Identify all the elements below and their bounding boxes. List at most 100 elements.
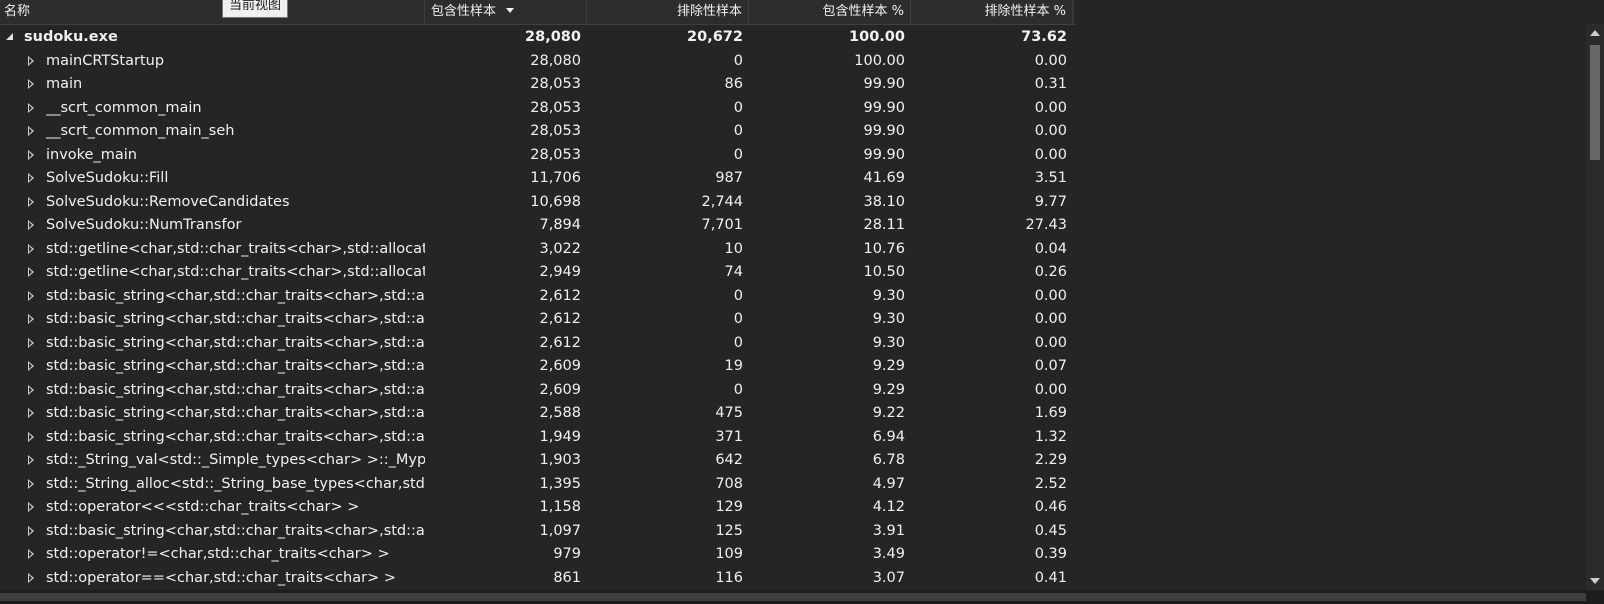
function-name: sudoku.exe [24, 29, 118, 45]
table-row[interactable]: __scrt_common_main_seh 28,053 0 99.90 0.00 [0, 119, 1075, 143]
cell-inclusive: 1,949 [539, 429, 581, 445]
collapse-triangle-icon[interactable] [6, 33, 13, 40]
expand-triangle-icon[interactable] [28, 197, 34, 207]
expand-triangle-icon[interactable] [28, 338, 34, 348]
cell-exclusive: 74 [724, 264, 743, 280]
expand-triangle-icon[interactable] [28, 267, 34, 277]
horizontal-scrollbar-thumb[interactable] [0, 593, 1586, 601]
cell-exclusive-pct: 27.43 [1025, 217, 1067, 233]
cell-inclusive-pct: 99.90 [863, 76, 905, 92]
expand-triangle-icon[interactable] [28, 220, 34, 230]
table-row[interactable]: std::basic_string<char,std::char_traits<… [0, 284, 1075, 308]
function-name: std::getline<char,std::char_traits<char>… [46, 264, 425, 280]
table-row[interactable]: sudoku.exe 28,080 20,672 100.00 73.62 [0, 25, 1075, 49]
column-header-name[interactable]: 名称 [0, 0, 425, 24]
column-header-exclusive-pct[interactable]: 排除性样本 % [911, 0, 1073, 24]
scroll-up-icon[interactable] [1590, 30, 1600, 36]
table-row[interactable]: main 28,053 86 99.90 0.31 [0, 72, 1075, 96]
expand-triangle-icon[interactable] [28, 314, 34, 324]
table-row[interactable]: std::basic_string<char,std::char_traits<… [0, 307, 1075, 331]
cell-inclusive-pct: 3.91 [872, 523, 905, 539]
table-row[interactable]: invoke_main 28,053 0 99.90 0.00 [0, 143, 1075, 167]
expand-triangle-icon[interactable] [28, 103, 34, 113]
table-row[interactable]: __scrt_common_main 28,053 0 99.90 0.00 [0, 96, 1075, 120]
expand-triangle-icon[interactable] [28, 244, 34, 254]
table-row[interactable]: SolveSudoku::NumTransfor 7,894 7,701 28.11 2… [0, 213, 1075, 237]
cell-inclusive: 2,609 [539, 382, 581, 398]
expand-triangle-icon[interactable] [28, 150, 34, 160]
expand-triangle-icon[interactable] [28, 455, 34, 465]
expand-triangle-icon[interactable] [28, 79, 34, 89]
table-row[interactable]: std::_String_alloc<std::_String_base_typ… [0, 472, 1075, 496]
column-header-inclusive-pct[interactable]: 包含性样本 % [749, 0, 911, 24]
table-row[interactable]: std::getline<char,std::char_traits<char>… [0, 237, 1075, 261]
function-name: std::basic_string<char,std::char_traits<… [46, 405, 425, 421]
tooltip: 当前视图 [222, 0, 289, 18]
table-row[interactable]: std::basic_string<char,std::char_traits<… [0, 519, 1075, 543]
call-tree: sudoku.exe 28,080 20,672 100.00 73.62 mainCRT… [0, 25, 1586, 590]
function-name: SolveSudoku::RemoveCandidates [46, 194, 290, 210]
expand-triangle-icon[interactable] [28, 526, 34, 536]
cell-exclusive-pct: 2.29 [1034, 452, 1067, 468]
table-row[interactable]: SolveSudoku::RemoveCandidates 10,698 2,744… [0, 190, 1075, 214]
cell-exclusive: 642 [715, 452, 743, 468]
cell-inclusive: 3,022 [539, 241, 581, 257]
expand-triangle-icon[interactable] [28, 432, 34, 442]
scroll-down-icon[interactable] [1590, 578, 1600, 584]
table-row[interactable]: std::basic_string<char,std::char_traits<… [0, 378, 1075, 402]
scrollbar-thumb[interactable] [1590, 45, 1600, 160]
cell-exclusive: 371 [715, 429, 743, 445]
cell-exclusive-pct: 0.31 [1034, 76, 1067, 92]
cell-inclusive: 2,609 [539, 358, 581, 374]
cell-inclusive-pct: 9.30 [872, 288, 905, 304]
table-row[interactable]: std::basic_string<char,std::char_traits<… [0, 331, 1075, 355]
cell-name: __scrt_common_main [0, 96, 425, 120]
cell-name: SolveSudoku::Fill [0, 166, 425, 190]
expand-triangle-icon[interactable] [28, 291, 34, 301]
cell-inclusive: 11,706 [530, 170, 581, 186]
expand-triangle-icon[interactable] [28, 479, 34, 489]
expand-triangle-icon[interactable] [28, 385, 34, 395]
vertical-scrollbar[interactable] [1586, 24, 1604, 590]
expand-triangle-icon[interactable] [28, 361, 34, 371]
function-name: std::_String_val<std::_Simple_types<char… [46, 452, 425, 468]
expand-triangle-icon[interactable] [28, 502, 34, 512]
table-row[interactable]: std::operator==<char,std::char_traits<ch… [0, 566, 1075, 590]
table-row[interactable]: std::basic_string<char,std::char_traits<… [0, 354, 1075, 378]
cell-exclusive-pct: 0.00 [1034, 311, 1067, 327]
cell-exclusive-pct: 0.04 [1034, 241, 1067, 257]
function-name: SolveSudoku::NumTransfor [46, 217, 242, 233]
expand-triangle-icon[interactable] [28, 573, 34, 583]
cell-inclusive: 1,097 [539, 523, 581, 539]
table-row[interactable]: mainCRTStartup 28,080 0 100.00 0.00 [0, 49, 1075, 73]
table-row[interactable]: std::operator<<<std::char_traits<char> >… [0, 495, 1075, 519]
table-row[interactable]: std::_String_val<std::_Simple_types<char… [0, 448, 1075, 472]
cell-name: sudoku.exe [0, 25, 425, 49]
cell-inclusive-pct: 9.22 [872, 405, 905, 421]
cell-exclusive: 0 [733, 147, 743, 163]
table-row[interactable]: std::basic_string<char,std::char_traits<… [0, 425, 1075, 449]
cell-name: std::_String_val<std::_Simple_types<char… [0, 448, 425, 472]
cell-exclusive: 10 [724, 241, 743, 257]
expand-triangle-icon[interactable] [28, 173, 34, 183]
horizontal-scrollbar[interactable] [0, 590, 1604, 604]
function-name: invoke_main [46, 147, 137, 163]
expand-triangle-icon[interactable] [28, 126, 34, 136]
cell-exclusive: 0 [733, 311, 743, 327]
cell-name: std::operator==<char,std::char_traits<ch… [0, 566, 425, 590]
cell-inclusive-pct: 28.11 [863, 217, 905, 233]
table-row[interactable]: SolveSudoku::Fill 11,706 987 41.69 3.51 [0, 166, 1075, 190]
column-header-inclusive[interactable]: 包含性样本 [425, 0, 587, 24]
table-row[interactable]: std::basic_string<char,std::char_traits<… [0, 401, 1075, 425]
cell-inclusive: 979 [553, 546, 581, 562]
table-row[interactable]: std::operator!=<char,std::char_traits<ch… [0, 542, 1075, 566]
cell-inclusive-pct: 100.00 [849, 29, 905, 45]
cell-name: std::operator!=<char,std::char_traits<ch… [0, 542, 425, 566]
table-row[interactable]: std::getline<char,std::char_traits<char>… [0, 260, 1075, 284]
cell-name: std::basic_string<char,std::char_traits<… [0, 331, 425, 355]
expand-triangle-icon[interactable] [28, 56, 34, 66]
expand-triangle-icon[interactable] [28, 408, 34, 418]
expand-triangle-icon[interactable] [28, 549, 34, 559]
cell-exclusive: 708 [715, 476, 743, 492]
column-header-exclusive[interactable]: 排除性样本 [587, 0, 749, 24]
